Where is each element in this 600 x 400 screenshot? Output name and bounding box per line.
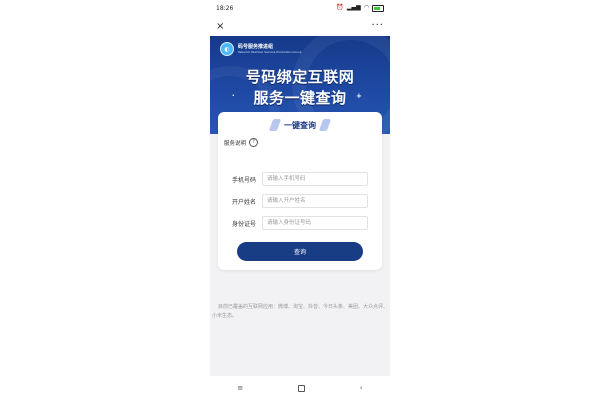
footer-note: 目前已覆盖的互联网应用：微博、淘宝、抖音、今日头条、美团、大众点评、小米生态。 [212, 304, 389, 319]
query-button[interactable]: 查询 [237, 242, 363, 261]
name-field-row: 开户姓名 [232, 194, 368, 208]
more-icon[interactable]: ··· [371, 21, 384, 31]
status-icons: ⏰ ▂▄▆ ◠ [336, 4, 384, 12]
status-bar: 18:26 ⏰ ▂▄▆ ◠ [210, 0, 390, 16]
id-field-row: 身份证号 [232, 216, 368, 230]
id-number-input[interactable] [262, 216, 368, 230]
headline-line2: 服务一键查询 [253, 89, 347, 107]
system-nav-bar: ≡ ‹ [210, 376, 390, 400]
card-title-row: 一键查询 [218, 119, 382, 131]
service-info-label[interactable]: 服务说明 [224, 139, 246, 147]
service-info-row[interactable]: 服务说明 ? [224, 138, 259, 147]
alarm-icon: ⏰ [336, 4, 344, 11]
battery-icon [372, 4, 384, 12]
close-icon[interactable]: × [216, 21, 224, 32]
phone-field-row: 手机号码 [232, 172, 368, 186]
title-bar: × ··· [210, 16, 390, 36]
sparkle-right: + [356, 92, 362, 100]
sparkle-left: · [232, 92, 235, 100]
id-field-label: 身份证号 [232, 220, 257, 228]
phone-screen: 18:26 ⏰ ▂▄▆ ◠ × ··· ◐ 码号服务推进组 Telecom Nu… [210, 0, 390, 400]
brand-subtitle: Telecom Number Service Promotion Group [238, 50, 302, 54]
menu-icon[interactable]: ≡ [237, 384, 243, 392]
name-field-label: 开户姓名 [232, 198, 257, 206]
pencil-icon [318, 119, 332, 131]
brand-text: 码号服务推进组 Telecom Number Service Promotion… [238, 44, 302, 54]
help-icon[interactable]: ? [249, 138, 259, 147]
status-time: 18:26 [216, 4, 234, 12]
query-card: 一键查询 服务说明 ? 手机号码 开户姓名 身份证号 查询 [218, 112, 382, 270]
wifi-icon: ◠ [363, 4, 369, 11]
headline-line1: 号码绑定互联网 [245, 68, 355, 86]
pencil-icon [268, 119, 282, 131]
brand-logo-row: ◐ 码号服务推进组 Telecom Number Service Promoti… [220, 42, 302, 56]
home-icon[interactable] [298, 384, 306, 392]
signal-icon: ▂▄▆ [346, 4, 361, 11]
phone-field-label: 手机号码 [232, 176, 257, 184]
name-input[interactable] [262, 194, 368, 208]
brand-logo-icon: ◐ [220, 42, 234, 56]
card-title: 一键查询 [284, 120, 316, 130]
phone-input[interactable] [262, 172, 368, 186]
back-icon[interactable]: ‹ [360, 384, 363, 392]
